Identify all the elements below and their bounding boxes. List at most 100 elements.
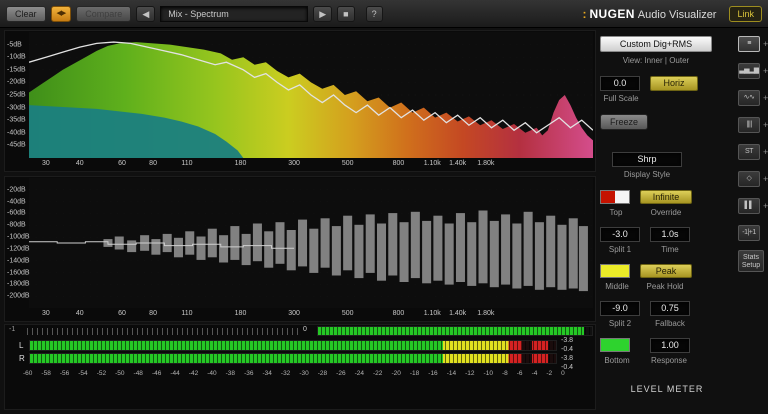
control-panel: Custom Dig+RMS View: Inner | Outer 0.0 H… [600, 30, 734, 414]
prev-preset-button[interactable]: ◀ [136, 5, 156, 22]
compare-button[interactable]: Compare [76, 5, 132, 22]
meter-scale-label: -44 [170, 370, 180, 377]
meter-scale-label: -24 [354, 370, 364, 377]
meter-scale-label: -48 [133, 370, 143, 377]
play-button[interactable]: ▶ [313, 5, 333, 22]
freq-label: 30 [42, 310, 50, 317]
link-button[interactable]: Link [729, 5, 762, 22]
nugen-logo-mark-icon: : [582, 6, 587, 21]
meter-scale-label: -6 [516, 370, 523, 377]
bottom-color-swatch[interactable] [600, 338, 630, 352]
meter-scale-label: -46 [151, 370, 162, 377]
view-histogram-button[interactable]: ▃▅▂▆ [738, 63, 760, 79]
stats-setup-button[interactable]: Stats Setup [738, 250, 764, 272]
db-label: -15dB [7, 66, 26, 74]
display-style-label: Display Style [623, 170, 671, 179]
view-spectrogram-button[interactable]: |||| [738, 117, 760, 133]
display-style-selector[interactable]: Shrp [612, 152, 682, 167]
infinite-toggle-button[interactable]: Infinite [640, 190, 692, 204]
add-view-button[interactable]: + [763, 121, 768, 130]
override-label: Override [650, 208, 682, 217]
top-color-swatch[interactable] [600, 190, 630, 204]
meter-scale-label: -12 [465, 370, 475, 377]
freq-label: 500 [341, 160, 354, 167]
stats-setup-line2: Setup [741, 262, 761, 269]
top-label: Top [609, 208, 623, 217]
freeze-button[interactable]: Freeze [600, 114, 648, 130]
freq-label: 1.80k [477, 160, 495, 167]
meter-segment-overlay [318, 327, 592, 335]
bottom-label: Bottom [604, 356, 630, 365]
meter-scale-label: -38 [225, 370, 236, 377]
view-vectorscope-button[interactable]: ◇ [738, 171, 760, 187]
clear-button[interactable]: Clear [6, 5, 46, 22]
level-meter-title: LEVEL METER [630, 384, 704, 394]
freq-label: 60 [118, 310, 126, 317]
add-view-button[interactable]: + [763, 94, 768, 103]
add-view-button[interactable]: + [763, 175, 768, 184]
view-row: ST + [738, 144, 768, 162]
view-spectrum-lines-button[interactable]: ≡ [738, 36, 760, 52]
brand-name: NUGEN [589, 6, 635, 21]
stop-button[interactable]: ■ [337, 5, 355, 22]
meter-scale-label: -16 [428, 370, 438, 377]
db-label: -180dB [7, 280, 30, 288]
middle-label: Middle [605, 282, 629, 291]
histogram-db-axis: -20dB -40dB -60dB -80dB -100dB -120dB -140dB -1… [7, 178, 30, 308]
meter-scale-label: -26 [336, 370, 346, 377]
brand-product-name: Audio Visualizer [637, 8, 717, 21]
level-readout: -0.4 [561, 346, 574, 353]
fallback-field[interactable]: 0.75 [650, 301, 690, 316]
view-row: ▌▌ + [738, 198, 768, 216]
level-readouts: -3.8 -0.4 -3.8 -0.4 [561, 336, 595, 372]
db-label: -20dB [7, 186, 26, 194]
time-field[interactable]: 1.0s [650, 227, 690, 242]
help-button[interactable]: ? [365, 5, 383, 22]
peak-toggle-button[interactable]: Peak [640, 264, 692, 278]
meter-scale-label: -34 [262, 370, 272, 377]
add-view-button[interactable]: + [763, 202, 768, 211]
middle-color-swatch[interactable] [600, 264, 630, 278]
horiz-toggle-button[interactable]: Horiz [650, 76, 698, 91]
freq-label: 300 [288, 310, 300, 317]
db-label: -60dB [7, 209, 26, 217]
db-label: -160dB [7, 269, 30, 277]
meter-scale-label: -10 [483, 370, 493, 377]
preset-selector[interactable]: Mix - Spectrum [160, 5, 309, 22]
split2-field[interactable]: -9.0 [600, 301, 640, 316]
freq-label: 60 [118, 160, 126, 167]
freq-label: 800 [392, 310, 405, 317]
add-view-button[interactable]: + [763, 40, 768, 49]
histogram-plot-area[interactable] [29, 178, 593, 308]
meter-scale-label: -8 [501, 370, 508, 377]
db-label: -140dB [7, 257, 30, 265]
level-bar-left [29, 340, 557, 351]
split1-field[interactable]: -3.0 [600, 227, 640, 242]
full-scale-field[interactable]: 0.0 [600, 76, 640, 91]
freq-label: 30 [42, 160, 50, 167]
view-mode-label[interactable]: View: Inner | Outer [600, 56, 712, 65]
view-stereo-button[interactable]: ST [738, 144, 760, 160]
db-label: -120dB [7, 245, 30, 253]
offset-minus-plus-button[interactable]: -1|+1 [738, 225, 760, 241]
meter-mode-selector[interactable]: Custom Dig+RMS [600, 36, 712, 52]
level-bar-right [29, 353, 557, 364]
response-field[interactable]: 1.00 [650, 338, 690, 353]
level-readout: -3.8 [561, 355, 574, 362]
db-label: -30dB [7, 104, 26, 112]
view-meter-button[interactable]: ▌▌ [738, 198, 760, 214]
db-label: -100dB [7, 233, 30, 241]
spectrum-plot-area[interactable] [29, 32, 593, 158]
freq-label: 110 [181, 160, 193, 167]
view-waveform-button[interactable]: ∿∿ [738, 90, 760, 106]
peak-hold-label: Peak Hold [646, 282, 684, 291]
meter-scale-label: -36 [244, 370, 254, 377]
swap-ab-icon[interactable]: ◀▶ [50, 5, 72, 22]
histogram-display [29, 189, 593, 297]
view-row: |||| + [738, 117, 768, 135]
add-view-button[interactable]: + [763, 67, 768, 76]
correlation-meter [317, 326, 593, 336]
freq-label: 1.40k [449, 310, 467, 317]
add-view-button[interactable]: + [763, 148, 768, 157]
db-label: -200dB [7, 292, 30, 300]
